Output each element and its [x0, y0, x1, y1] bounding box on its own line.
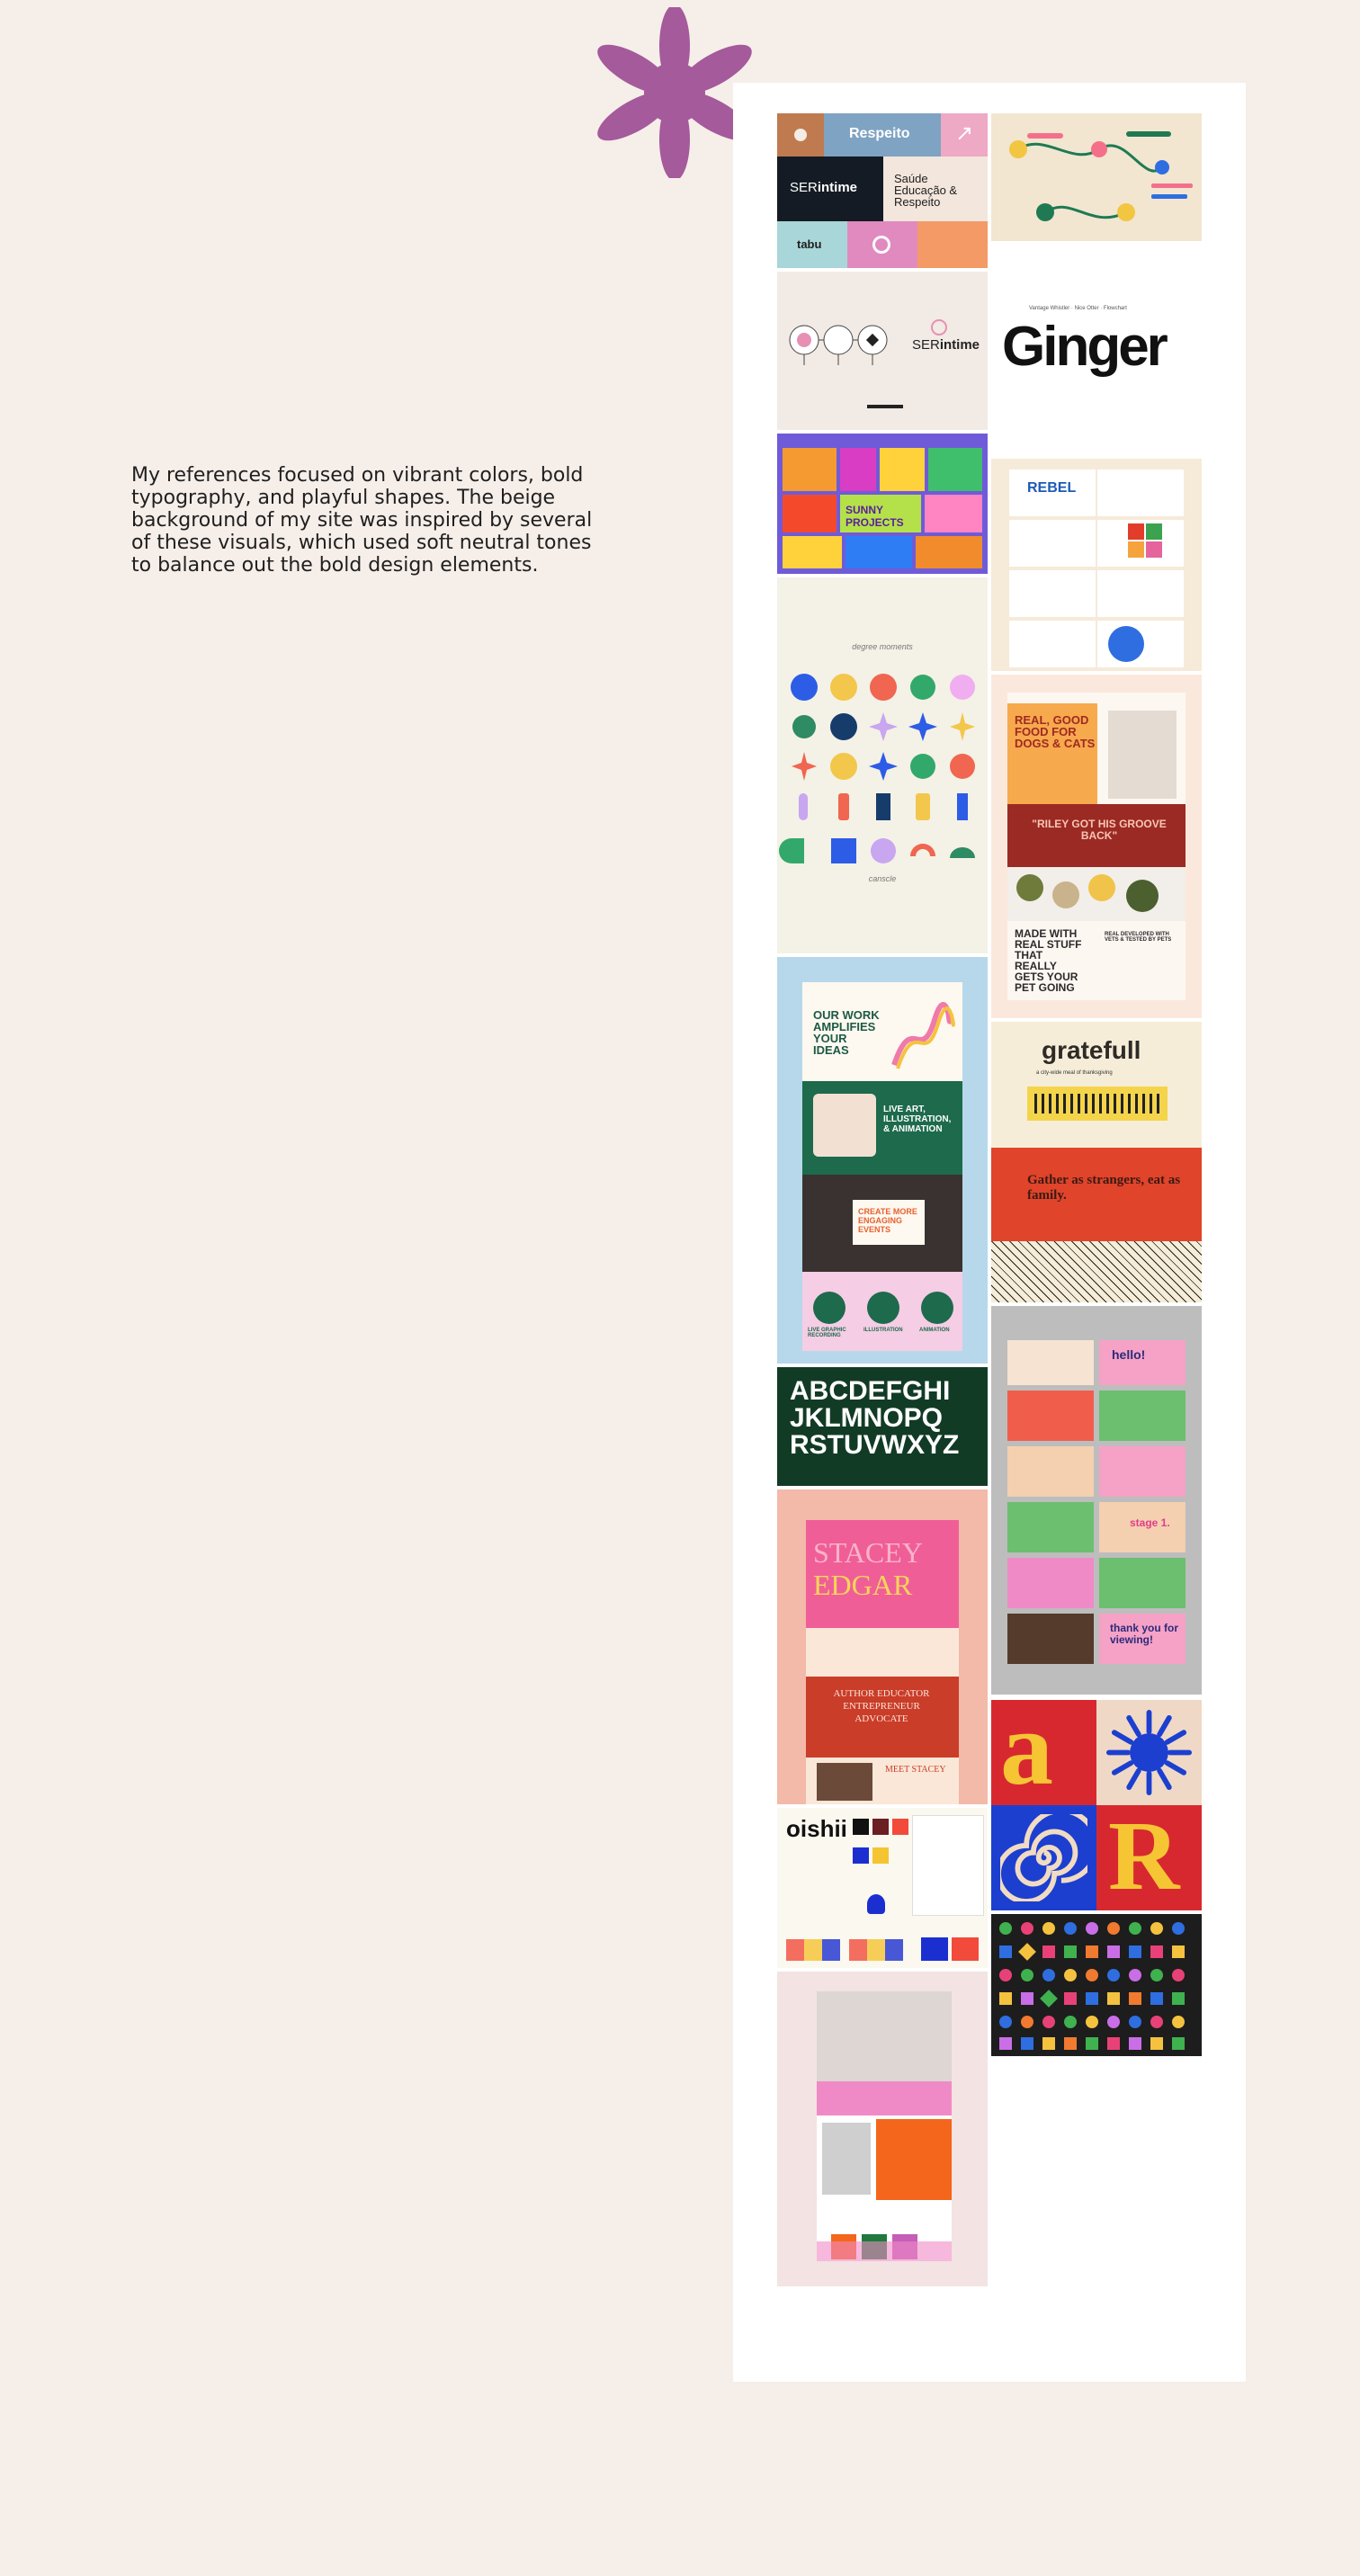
presentation-hello: hello! [1112, 1347, 1146, 1362]
presentation-thanks: thank you for viewing! [1110, 1622, 1179, 1646]
letter-a: a [1000, 1700, 1053, 1807]
moodboard-tile-editorial [777, 1972, 988, 2286]
moodboard-tile-presentation: hello! stage 1. thank you for viewing! [991, 1306, 1202, 1695]
moodboard-tile-letters: a R [991, 1700, 1202, 1910]
gratefull-word: gratefull [1042, 1036, 1141, 1064]
mindmap [1009, 131, 1193, 221]
ginger-caption: Vantage Whistler · Nice Otter · Flowchar… [1029, 306, 1127, 311]
moodboard-tile-gratefull: gratefull a city-wide meal of thanksgivi… [991, 1022, 1202, 1302]
alphabet-line-3: RSTUVWXYZ [790, 1430, 960, 1460]
tabu-label: tabu [797, 237, 822, 251]
shapes-footer: canscle [868, 874, 897, 883]
rebel-word: REBEL [1027, 480, 1077, 496]
dogfood-quote: "RILEY GOT HIS GROOVE BACK" [1032, 818, 1167, 842]
letter-r: R [1108, 1801, 1180, 1910]
dogfood-headline: REAL, GOOD FOOD FOR DOGS & CATS [1015, 713, 1096, 750]
oishii-word: oishii [786, 1815, 847, 1842]
moodboard-tile-oishii: oishii [777, 1808, 988, 1968]
moodboard-tile-urban-website: OUR WORK AMPLIFIES YOUR IDEAS LIVE ART, … [777, 957, 988, 1364]
edgar-name: EDGAR [813, 1569, 913, 1601]
process-diagram: SERintime [789, 319, 980, 408]
moodboard-tile-ginger: Vantage Whistler · Nice Otter · Flowchar… [991, 300, 1202, 398]
alphabet-line-2: JKLMNOPQ [790, 1403, 944, 1433]
saude-label: Saúde Educação & Respeito [894, 172, 958, 209]
urban-cap3: ANIMATION [919, 1328, 950, 1333]
moodboard-tile-icon-grid [991, 1914, 1202, 2056]
moodboard-tile-alphabet: ABCDEFGHI JKLMNOPQ RSTUVWXYZ [777, 1367, 988, 1486]
meet-stacey: MEET STACEY [885, 1765, 946, 1775]
shapes-set [779, 674, 975, 863]
dogfood-side: REAL DEVELOPED WITH VETS & TESTED BY PET… [1105, 932, 1172, 943]
dogfood-made: MADE WITH REAL STUFF THAT REALLY GETS YO… [1015, 927, 1082, 994]
brand-ser: SER [790, 180, 818, 195]
stacey-roles: AUTHOR EDUCATOR ENTREPRENEUR ADVOCATE [833, 1688, 930, 1724]
moodboard-tile-serintime-diagram: SERintime [777, 272, 988, 430]
urban-live-art: LIVE ART, ILLUSTRATION, & ANIMATION [883, 1105, 952, 1134]
brand-intime: intime [817, 180, 858, 195]
spiral-shape [1000, 1814, 1087, 1901]
moodboard-tile-dogfood: REAL, GOOD FOOD FOR DOGS & CATS "RILEY G… [991, 675, 1202, 1018]
stacey-name: STACEY [813, 1536, 923, 1569]
gratefull-quote: Gather as strangers, eat as family. [1027, 1173, 1181, 1203]
intro-paragraph: My references focused on vibrant colors,… [131, 464, 593, 577]
urban-cap2: ILLUSTRATION [863, 1328, 903, 1333]
moodboard-tile-serintime: Respeito ↗ SERintime Saúde Educação & Re… [777, 113, 988, 268]
moodboard-tile-mindmap [991, 113, 1202, 241]
urban-cap1: LIVE GRAPHIC RECORDING [808, 1328, 846, 1338]
ginger-word: Ginger [1002, 316, 1168, 378]
urban-events: CREATE MORE ENGAGING EVENTS [858, 1207, 917, 1234]
alphabet-line-1: ABCDEFGHI [790, 1376, 951, 1406]
urban-headline: OUR WORK AMPLIFIES YOUR IDEAS [813, 1008, 880, 1057]
shapes-title: degree moments [852, 642, 913, 651]
icon-pattern [999, 1922, 1185, 2050]
moodboard-tile-poster-grid: SUNNY PROJECTS [777, 434, 988, 574]
presentation-stage: stage 1. [1130, 1516, 1170, 1529]
respeito-label: Respeito [849, 126, 910, 141]
gratefull-tag: a city-wide meal of thanksgiving [1036, 1070, 1113, 1076]
moodboard-tile-rebel: REBEL [991, 459, 1202, 671]
poster-headline: SUNNY PROJECTS [846, 504, 904, 529]
svg-text:SERintime: SERintime [912, 337, 980, 353]
sunburst-shape [1105, 1709, 1193, 1796]
moodboard-tile-stacey: STACEY EDGAR AUTHOR EDUCATOR ENTREPRENEU… [777, 1489, 988, 1804]
moodboard-tile-shapes: degree moments canscle [777, 577, 988, 953]
squiggle-decoration [891, 1002, 955, 1069]
arrow-icon: ↗ [955, 121, 974, 146]
